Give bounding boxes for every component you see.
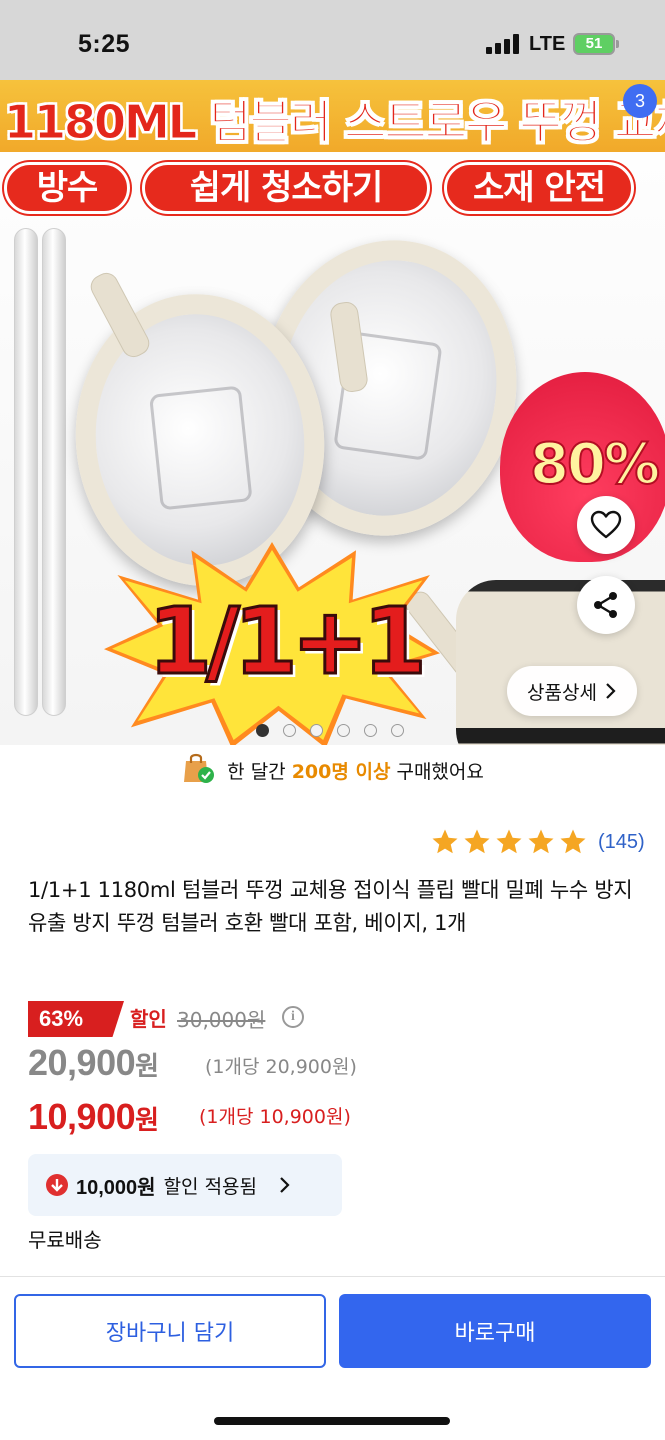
feature-pill-safe-material: 소재 안전 [444,162,634,214]
product-image-carousel[interactable]: 1180ML 텀블러 스트로우 뚜껑 교체 3 방수 쉽게 청소하기 소재 안전… [0,80,665,745]
network-type: LTE [529,33,566,55]
final-price-currency: 원 [135,1105,159,1135]
image-count-badge: 3 [623,84,657,118]
promo-burst-text: 1/1+1 [147,587,429,697]
signal-icon [486,34,522,54]
carousel-dot[interactable] [310,724,323,737]
share-icon [594,592,617,618]
purchase-count-note: 한 달간 200명 이상 구매했어요 [0,752,665,784]
feature-pill-waterproof: 방수 [4,162,130,214]
buy-now-button[interactable]: 바로구매 [339,1294,651,1368]
battery-level: 51 [585,35,603,52]
final-unit-price: (1개당 10,900원) [199,1106,351,1128]
info-icon[interactable]: i [282,1006,304,1028]
home-indicator[interactable] [214,1417,450,1425]
original-price: 30,000원 [177,1008,266,1032]
final-price: 10,900원 [28,1096,159,1138]
sale-price-value: 20,900 [28,1042,136,1083]
heart-icon [590,510,622,539]
status-bar: 5:25 LTE 51 [0,0,665,80]
carousel-dots[interactable] [256,724,404,737]
star-icon [560,829,586,854]
discount-rate-badge: 63% [28,1001,124,1037]
carousel-dot[interactable] [364,724,377,737]
straw-image [14,228,38,716]
discount-label: 할인 [130,1007,167,1031]
review-count[interactable]: (145) [598,831,645,854]
bottom-action-bar: 장바구니 담기 바로구매 [0,1276,665,1440]
carousel-dot[interactable] [391,724,404,737]
coupon-applied-button[interactable]: 10,000원 할인 적용됨 [28,1154,342,1216]
discount-arrow-icon [46,1174,68,1196]
carousel-dot[interactable] [283,724,296,737]
feature-pill-easy-clean: 쉽게 청소하기 [142,162,430,214]
purchase-note-prefix: 한 달간 [227,761,292,783]
chevron-right-icon [606,683,616,699]
star-icon [496,829,522,854]
sale-price: 20,900원 [28,1042,159,1084]
wishlist-button[interactable] [577,496,635,554]
star-icon [432,829,458,854]
star-rating [430,827,588,857]
straw-image [42,228,66,716]
add-to-cart-button[interactable]: 장바구니 담기 [14,1294,326,1368]
shopping-bag-icon [184,753,215,783]
sale-unit-price: (1개당 20,900원) [205,1056,357,1078]
purchase-note-highlight: 200명 이상 [291,761,391,783]
product-detail-button[interactable]: 상품상세 [507,666,637,716]
carousel-dot[interactable] [256,724,269,737]
battery-tip [616,40,619,48]
product-title: 1/1+1 1180ml 텀블러 뚜껑 교체용 접이식 플립 빨대 밀폐 누수 … [28,878,633,935]
carousel-dot[interactable] [337,724,350,737]
product-rating[interactable]: (145) [430,827,645,857]
chevron-right-icon [280,1177,290,1193]
coupon-amount: 10,000원 [76,1176,156,1199]
status-time: 5:25 [78,30,131,58]
share-button[interactable] [577,576,635,634]
coupon-label: 할인 적용됨 [163,1175,258,1198]
star-icon [464,829,490,854]
star-icon [528,829,554,854]
sale-price-currency: 원 [135,1051,159,1081]
shipping-info: 무료배송 [28,1228,102,1252]
fire-badge-text: 80% [529,431,661,498]
battery-icon: 51 [573,33,615,55]
purchase-note-suffix: 구매했어요 [390,761,484,783]
product-detail-label: 상품상세 [527,681,597,704]
product-image-banner: 1180ML 텀블러 스트로우 뚜껑 교체 [0,80,665,152]
banner-text: 1180ML 텀블러 스트로우 뚜껑 교체 [4,95,665,150]
final-price-value: 10,900 [28,1096,136,1137]
